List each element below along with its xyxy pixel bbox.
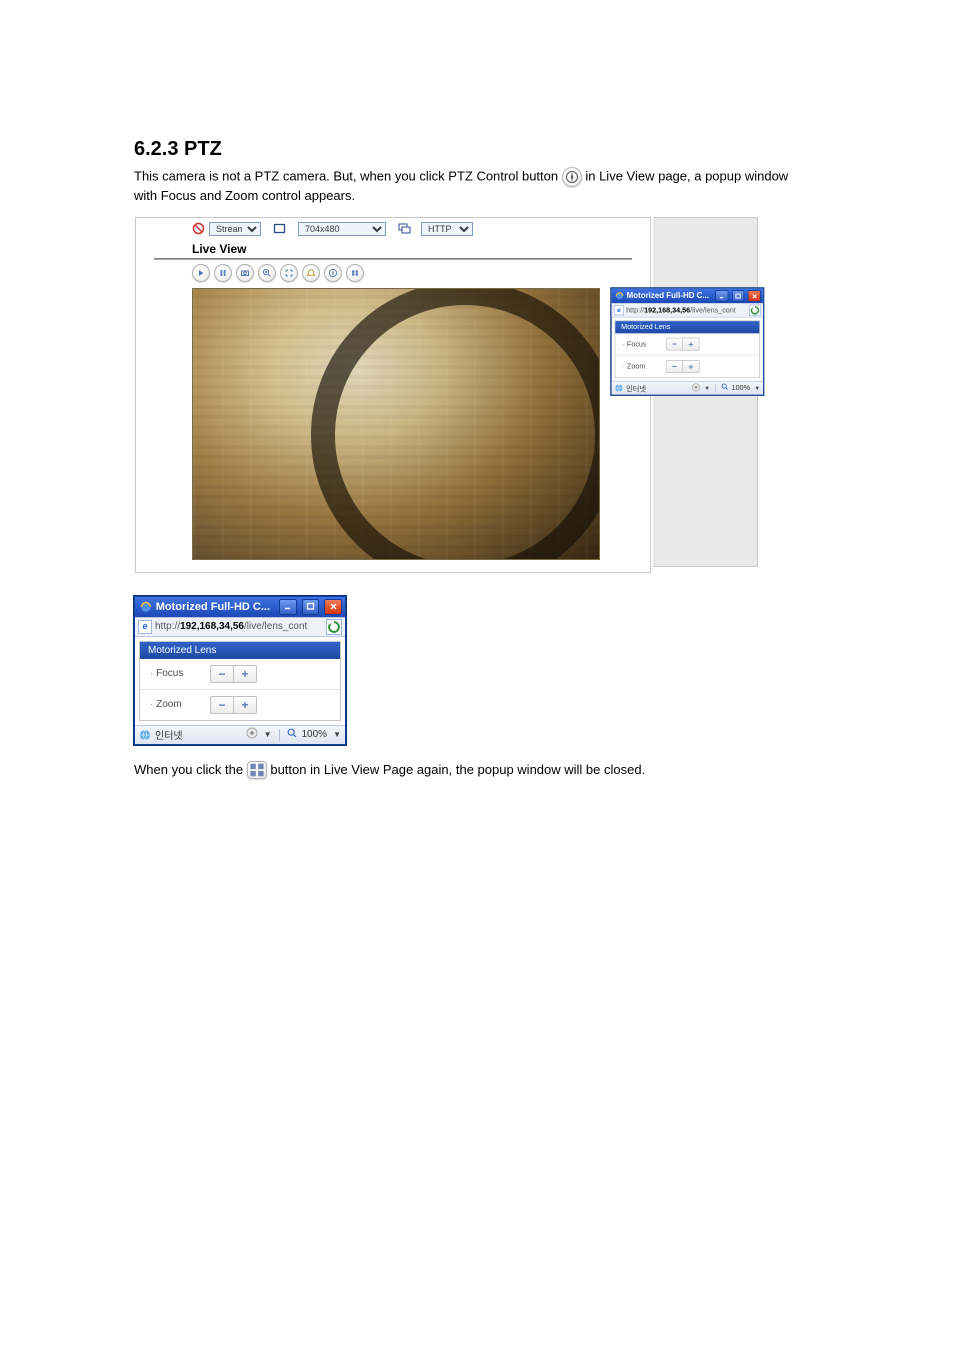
status-text: 인터넷 bbox=[626, 383, 646, 394]
protocol-icon bbox=[398, 222, 411, 235]
caret-icon: ▼ bbox=[704, 385, 710, 391]
live-view-panel: Stream 1 704x480 HTTP bbox=[135, 217, 651, 573]
live-view-video bbox=[192, 288, 600, 560]
address-url: http://192,168,34,56/live/lens_cont bbox=[155, 621, 323, 632]
fullscreen-button[interactable] bbox=[280, 264, 298, 282]
stream-select[interactable]: Stream 1 bbox=[209, 222, 261, 236]
url-path: /live/lens_cont bbox=[690, 306, 736, 314]
url-host: 192,168,34,56 bbox=[644, 306, 690, 314]
address-bar[interactable]: e http://192,168,34,56/live/lens_cont bbox=[135, 617, 345, 637]
zoom-minus[interactable]: − bbox=[210, 696, 233, 714]
window-close-button[interactable] bbox=[324, 599, 342, 615]
window-maximize-button[interactable] bbox=[732, 290, 745, 302]
status-bar: 인터넷 ▼ 100% ▼ bbox=[612, 381, 763, 395]
pause-button[interactable] bbox=[214, 264, 232, 282]
snapshot-button[interactable] bbox=[236, 264, 254, 282]
ptz-intro-before: This camera is not a PTZ camera. But, wh… bbox=[134, 168, 562, 183]
size-icon bbox=[273, 222, 286, 235]
ptz-close-note: When you click the button in Live View P… bbox=[134, 761, 794, 780]
status-bar: 인터넷 ▼ 100% ▼ bbox=[135, 725, 345, 744]
zoom-level[interactable]: 100% bbox=[302, 729, 328, 740]
zoom-minus[interactable]: − bbox=[666, 360, 683, 373]
address-bar[interactable]: e http://192,168,34,56/live/lens_cont bbox=[612, 303, 763, 317]
focus-label: Focus bbox=[150, 668, 200, 679]
live-view-figure: Stream 1 704x480 HTTP bbox=[134, 216, 884, 574]
focus-plus[interactable]: + bbox=[682, 338, 699, 351]
url-host: 192,168,34,56 bbox=[180, 621, 244, 632]
ptz-icon bbox=[562, 167, 582, 187]
window-titlebar[interactable]: Motorized Full-HD C... bbox=[135, 597, 345, 617]
section-heading-ptz: 6.2.3 PTZ bbox=[134, 138, 884, 161]
panel-header: Motorized Lens bbox=[615, 321, 759, 333]
window-maximize-button[interactable] bbox=[302, 599, 320, 615]
window-close-button[interactable] bbox=[748, 290, 761, 302]
live-view-button-row bbox=[136, 260, 650, 286]
zoom-label: Zoom bbox=[623, 362, 659, 370]
focus-plus[interactable]: + bbox=[233, 665, 257, 683]
zoom-in-button[interactable] bbox=[258, 264, 276, 282]
internet-zone-icon bbox=[139, 729, 151, 741]
refresh-button[interactable] bbox=[326, 619, 342, 635]
status-text: 인터넷 bbox=[155, 727, 183, 742]
caret-icon: ▼ bbox=[264, 730, 272, 739]
protected-mode-icon bbox=[246, 727, 258, 742]
url-prefix: http:// bbox=[626, 306, 644, 314]
ptz-intro: This camera is not a PTZ camera. But, wh… bbox=[134, 167, 794, 206]
zoom-label: Zoom bbox=[150, 699, 200, 710]
focus-minus[interactable]: − bbox=[210, 665, 233, 683]
window-titlebar[interactable]: Motorized Full-HD C... bbox=[612, 289, 763, 303]
motor-lens-icon bbox=[247, 761, 267, 779]
address-url: http://192,168,34,56/live/lens_cont bbox=[626, 306, 747, 314]
window-minimize-button[interactable] bbox=[715, 290, 728, 302]
focus-row: Focus − + bbox=[615, 333, 759, 355]
live-view-title: Live View bbox=[136, 238, 650, 258]
size-select[interactable]: 704x480 bbox=[298, 222, 386, 236]
alarm-button[interactable] bbox=[302, 264, 320, 282]
ptz-button[interactable] bbox=[324, 264, 342, 282]
zoom-level-icon bbox=[721, 383, 729, 393]
panel-side-gutter: Motorized Full-HD C... e http://192,168,… bbox=[653, 217, 758, 567]
protocol-select[interactable]: HTTP bbox=[421, 222, 473, 236]
caret-icon: ▼ bbox=[333, 730, 341, 739]
live-view-toolbar: Stream 1 704x480 HTTP bbox=[136, 218, 650, 238]
zoom-row: Zoom − + bbox=[140, 689, 340, 720]
refresh-button[interactable] bbox=[749, 304, 761, 316]
motorized-lens-window: Motorized Full-HD C... e http://192,168,… bbox=[611, 288, 764, 395]
page-favicon: e bbox=[614, 305, 624, 315]
ie-logo-icon bbox=[140, 601, 152, 613]
window-minimize-button[interactable] bbox=[279, 599, 297, 615]
focus-minus[interactable]: − bbox=[666, 338, 683, 351]
zoom-plus[interactable]: + bbox=[682, 360, 699, 373]
popup-window-small: Motorized Full-HD C... e http://192,168,… bbox=[611, 288, 764, 395]
play-button[interactable] bbox=[192, 264, 210, 282]
url-path: /live/lens_cont bbox=[244, 621, 307, 632]
zoom-level-icon bbox=[287, 728, 298, 742]
nav-stop-icon bbox=[192, 222, 205, 235]
zoom-plus[interactable]: + bbox=[233, 696, 257, 714]
motorized-lens-window-large: Motorized Full-HD C... e http://192,168,… bbox=[134, 596, 346, 745]
close-note-before: When you click the bbox=[134, 762, 247, 777]
motor-lens-button[interactable] bbox=[346, 264, 364, 282]
internet-zone-icon bbox=[615, 384, 624, 393]
ie-logo-icon bbox=[615, 291, 623, 300]
focus-label: Focus bbox=[623, 340, 659, 348]
window-title: Motorized Full-HD C... bbox=[627, 291, 709, 300]
protected-mode-icon bbox=[691, 383, 700, 394]
zoom-level[interactable]: 100% bbox=[732, 384, 750, 392]
zoom-row: Zoom − + bbox=[615, 355, 759, 377]
window-title: Motorized Full-HD C... bbox=[156, 601, 270, 613]
panel-header: Motorized Lens bbox=[140, 642, 340, 659]
caret-icon: ▼ bbox=[754, 385, 760, 391]
close-note-after: button in Live View Page again, the popu… bbox=[270, 762, 645, 777]
focus-row: Focus − + bbox=[140, 659, 340, 689]
url-prefix: http:// bbox=[155, 621, 180, 632]
page-favicon: e bbox=[138, 620, 152, 634]
